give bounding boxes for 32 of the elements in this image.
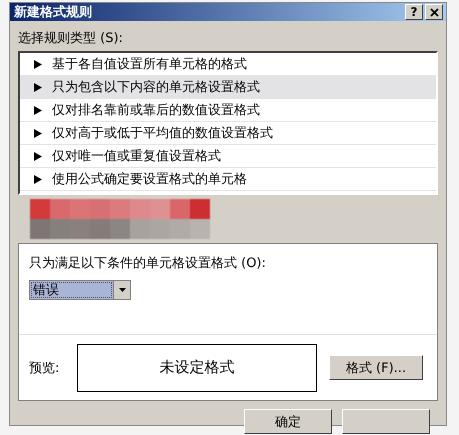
triangle-icon — [34, 60, 42, 68]
rule-type-text: 只为包含以下内容的单元格设置格式 — [52, 79, 260, 96]
format-button[interactable]: 格式 (F)... — [329, 355, 423, 380]
preview-label: 预览: — [29, 360, 60, 376]
ok-button[interactable]: 确定 — [244, 409, 332, 434]
window-title: 新建格式规则 — [14, 4, 93, 21]
triangle-icon — [34, 82, 42, 92]
triangle-icon — [34, 174, 42, 184]
condition-label: 只为满足以下条件的单元格设置格式 (O): — [29, 255, 267, 272]
dropdown-button[interactable] — [113, 281, 130, 299]
preview-text: 未设定格式 — [160, 358, 234, 377]
caret-icon — [118, 288, 126, 292]
rule-type-text: 基于各自值设置所有单元格的格式 — [52, 56, 247, 73]
condition-dropdown[interactable]: 错误 — [29, 280, 131, 300]
rule-type-item[interactable]: 仅对高于或低于平均值的数值设置格式 — [20, 122, 436, 145]
help-button[interactable]: ? — [405, 4, 423, 20]
rule-type-label: 选择规则类型 (S): — [18, 30, 124, 47]
triangle-icon — [34, 106, 42, 114]
dropdown-value: 错误 — [30, 281, 113, 299]
rule-type-text: 仅对唯一值或重复值设置格式 — [52, 148, 221, 165]
rule-type-item[interactable]: 仅对唯一值或重复值设置格式 — [20, 145, 436, 168]
rule-type-text: 仅对高于或低于平均值的数值设置格式 — [52, 125, 273, 142]
dialog-button[interactable] — [342, 409, 430, 434]
rule-type-text: 仅对排名靠前或靠后的数值设置格式 — [52, 102, 260, 119]
rule-type-item[interactable]: 使用公式确定要设置格式的单元格 — [20, 168, 436, 191]
triangle-icon — [34, 152, 42, 160]
close-button[interactable] — [425, 4, 443, 20]
rule-type-item[interactable]: 仅对排名靠前或靠后的数值设置格式 — [20, 99, 436, 122]
close-icon — [430, 8, 438, 16]
rule-type-text: 使用公式确定要设置格式的单元格 — [52, 171, 247, 188]
triangle-icon — [34, 128, 42, 138]
rule-type-item[interactable]: 只为包含以下内容的单元格设置格式 — [20, 76, 436, 99]
